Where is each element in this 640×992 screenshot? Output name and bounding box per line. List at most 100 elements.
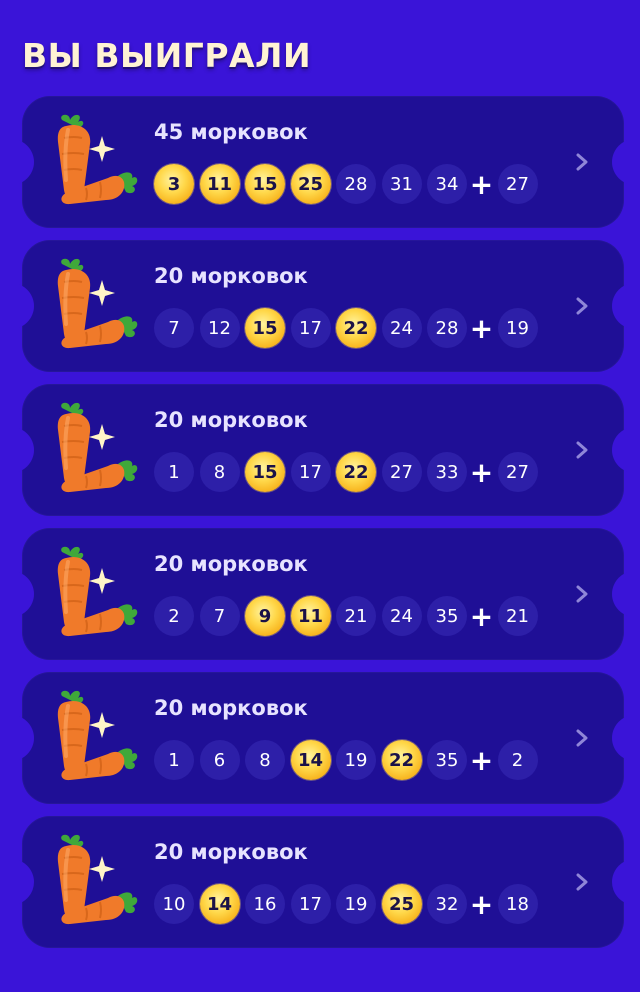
number-ball: 21 [336, 596, 376, 636]
number-ball: 8 [199, 452, 240, 492]
prize-amount: 20 морковок [154, 552, 308, 576]
carrot-icon [57, 834, 138, 925]
ticket-numbers: 7 12 15 17 22 24 28 +19 [154, 308, 543, 348]
sparkle-icon [89, 568, 115, 594]
ticket-notch-right [612, 139, 636, 185]
number-ball: 19 [336, 740, 376, 780]
number-ball: 17 [290, 884, 331, 924]
sparkle-icon [89, 424, 115, 450]
ticket-notch-right [612, 571, 636, 617]
chevron-right-icon[interactable] [574, 584, 590, 604]
carrot-icon [57, 402, 138, 493]
chevron-right-icon[interactable] [574, 152, 590, 172]
chevron-right-icon[interactable] [574, 296, 590, 316]
ticket-notch-left [10, 715, 34, 761]
number-ball: 33 [427, 452, 467, 492]
winning-ticket-2[interactable]: 20 морковок 7 12 15 17 22 24 28 +19 [10, 240, 636, 372]
prize-amount: 20 морковок [154, 840, 308, 864]
carrot-icon [57, 690, 138, 781]
bonus-number-ball: 2 [497, 740, 538, 780]
ticket-notch-left [10, 859, 34, 905]
chevron-right-icon[interactable] [574, 440, 590, 460]
matched-number-ball: 9 [245, 596, 285, 636]
plus-sign: + [469, 743, 494, 777]
number-ball: 28 [427, 308, 467, 348]
matched-number-ball: 14 [290, 740, 331, 780]
sparkle-icon [89, 280, 115, 306]
number-ball: 35 [427, 596, 467, 636]
number-ball: 7 [154, 308, 194, 348]
sparkle-icon [89, 136, 115, 162]
matched-number-ball: 14 [199, 884, 240, 924]
bonus-number-ball: 21 [497, 596, 538, 636]
number-ball: 8 [245, 740, 285, 780]
ticket-numbers: 3 11 15 25 28 31 34 +27 [154, 164, 543, 204]
carrot-icon [57, 258, 138, 349]
winning-ticket-4[interactable]: 20 морковок 2 7 9 11 21 24 35 +21 [10, 528, 636, 660]
winning-ticket-5[interactable]: 20 морковок 1 6 8 14 19 22 35 +2 [10, 672, 636, 804]
matched-number-ball: 15 [245, 164, 285, 204]
number-ball: 7 [199, 596, 240, 636]
matched-number-ball: 3 [154, 164, 194, 204]
number-ball: 1 [154, 740, 194, 780]
number-ball: 28 [336, 164, 376, 204]
matched-number-ball: 25 [290, 164, 331, 204]
plus-sign: + [469, 167, 494, 201]
sparkle-icon [89, 712, 115, 738]
chevron-right-icon[interactable] [574, 872, 590, 892]
bonus-number-ball: 18 [497, 884, 538, 924]
number-ball: 31 [381, 164, 422, 204]
page-title: ВЫ ВЫИГРАЛИ [22, 36, 312, 75]
prize-amount: 20 морковок [154, 264, 308, 288]
number-ball: 12 [199, 308, 240, 348]
number-ball: 24 [381, 308, 422, 348]
ticket-notch-left [10, 427, 34, 473]
number-ball: 24 [381, 596, 422, 636]
number-ball: 19 [336, 884, 376, 924]
sparkle-icon [89, 856, 115, 882]
plus-sign: + [469, 599, 494, 633]
winning-ticket-6[interactable]: 20 морковок 10 14 16 17 19 25 32 +18 [10, 816, 636, 948]
winning-ticket-1[interactable]: 45 морковок 3 11 15 25 28 31 34 +27 [10, 96, 636, 228]
matched-number-ball: 22 [381, 740, 422, 780]
number-ball: 27 [381, 452, 422, 492]
number-ball: 17 [290, 452, 331, 492]
matched-number-ball: 15 [245, 308, 285, 348]
number-ball: 17 [290, 308, 331, 348]
matched-number-ball: 25 [381, 884, 422, 924]
number-ball: 6 [199, 740, 240, 780]
bonus-number-ball: 27 [497, 452, 538, 492]
ticket-numbers: 10 14 16 17 19 25 32 +18 [154, 884, 543, 924]
ticket-numbers: 1 6 8 14 19 22 35 +2 [154, 740, 543, 780]
ticket-notch-left [10, 283, 34, 329]
chevron-right-icon[interactable] [574, 728, 590, 748]
ticket-notch-right [612, 283, 636, 329]
matched-number-ball: 11 [199, 164, 240, 204]
winning-tickets-list: 45 морковок 3111525283134+27 20 м [10, 96, 636, 960]
plus-sign: + [469, 311, 494, 345]
number-ball: 16 [245, 884, 285, 924]
number-ball: 32 [427, 884, 467, 924]
matched-number-ball: 22 [336, 308, 376, 348]
carrot-icon [57, 114, 138, 205]
ticket-numbers: 2 7 9 11 21 24 35 +21 [154, 596, 543, 636]
number-ball: 2 [154, 596, 194, 636]
winning-ticket-3[interactable]: 20 морковок 1 8 15 17 22 27 33 +27 [10, 384, 636, 516]
number-ball: 10 [154, 884, 194, 924]
number-ball: 34 [427, 164, 467, 204]
matched-number-ball: 22 [336, 452, 376, 492]
prize-amount: 20 морковок [154, 408, 308, 432]
bonus-number-ball: 19 [497, 308, 538, 348]
prize-amount: 45 морковок [154, 120, 308, 144]
number-ball: 35 [427, 740, 467, 780]
ticket-notch-left [10, 571, 34, 617]
ticket-notch-right [612, 859, 636, 905]
plus-sign: + [469, 455, 494, 489]
carrot-icon [57, 546, 138, 637]
matched-number-ball: 11 [290, 596, 331, 636]
ticket-notch-left [10, 139, 34, 185]
ticket-notch-right [612, 715, 636, 761]
bonus-number-ball: 27 [497, 164, 538, 204]
matched-number-ball: 15 [245, 452, 285, 492]
prize-amount: 20 морковок [154, 696, 308, 720]
